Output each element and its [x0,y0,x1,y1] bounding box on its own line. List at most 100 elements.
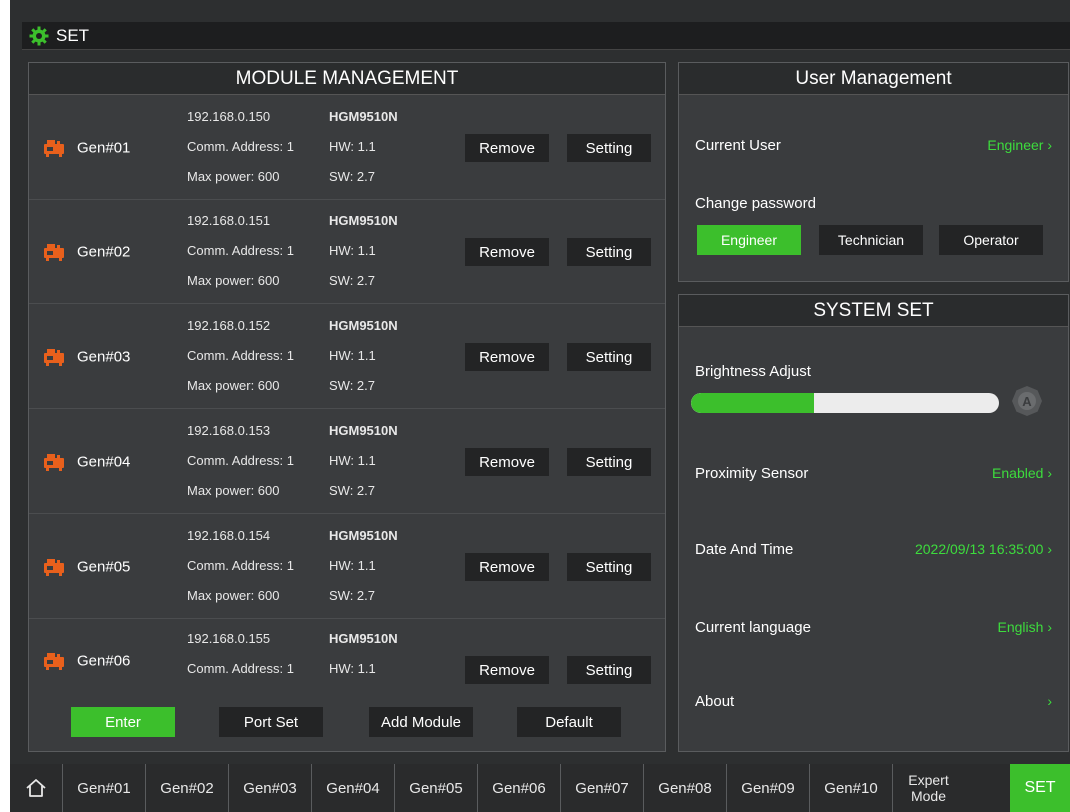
chevron-right-icon: › [1047,465,1052,481]
module-row: Gen#01 192.168.0.150 Comm. Address: 1 Max p… [29,96,665,200]
svg-text:A: A [1022,394,1032,409]
user-management-title: User Management [679,63,1068,95]
system-set-title: SYSTEM SET [679,295,1068,327]
set-screen: SET MODULE MANAGEMENT Gen#01 192.168.0.15… [10,0,1070,812]
language-row[interactable]: Current language English › [695,619,1052,639]
chevron-right-icon: › [1047,541,1052,557]
brightness-slider[interactable] [691,393,999,413]
module-model: HGM9510N [329,528,398,543]
date-time-label: Date And Time [695,541,794,558]
about-row[interactable]: About › [695,693,1052,713]
module-comm-address: Comm. Address: 1 [187,139,294,154]
remove-button[interactable]: Remove [465,553,549,581]
auto-brightness-icon[interactable]: A [1011,385,1043,417]
module-row: Gen#03 192.168.0.152 Comm. Address: 1 Max p… [29,305,665,409]
operator-password-button[interactable]: Operator [939,225,1043,255]
module-row: Gen#04 192.168.0.153 Comm. Address: 1 Max p… [29,410,665,514]
module-max-power: Max power: 600 [187,483,280,498]
user-management-panel: User Management Current User Engineer › … [678,62,1069,282]
module-max-power: Max power: 600 [187,378,280,393]
nav-tab-gen10[interactable]: Gen#10 [809,764,892,812]
module-hw-version: HW: 1.1 [329,453,376,468]
module-hw-version: HW: 1.1 [329,348,376,363]
setting-button[interactable]: Setting [567,448,651,476]
module-comm-address: Comm. Address: 1 [187,348,294,363]
module-comm-address: Comm. Address: 1 [187,661,294,676]
proximity-sensor-row[interactable]: Proximity Sensor Enabled › [695,465,1052,485]
add-module-button[interactable]: Add Module [369,707,473,737]
module-comm-address: Comm. Address: 1 [187,558,294,573]
enter-button[interactable]: Enter [71,707,175,737]
module-model: HGM9510N [329,423,398,438]
remove-button[interactable]: Remove [465,656,549,684]
setting-button[interactable]: Setting [567,238,651,266]
setting-button[interactable]: Setting [567,656,651,684]
generator-icon [43,557,65,577]
nav-tab-gen05[interactable]: Gen#05 [394,764,477,812]
module-ip: 192.168.0.153 [187,423,271,438]
set-tab[interactable]: SET [1010,764,1070,812]
home-icon[interactable] [10,764,62,812]
remove-button[interactable]: Remove [465,448,549,476]
engineer-password-button[interactable]: Engineer [697,225,801,255]
current-user-value: Engineer › [987,137,1052,153]
proximity-sensor-label: Proximity Sensor [695,465,809,482]
about-label: About [695,693,735,710]
current-user-label: Current User [695,137,781,154]
nav-tab-gen02[interactable]: Gen#02 [145,764,228,812]
nav-tab-gen04[interactable]: Gen#04 [311,764,394,812]
setting-button[interactable]: Setting [567,134,651,162]
module-row: Gen#02 192.168.0.151 Comm. Address: 1 Max p… [29,200,665,304]
generator-icon [43,138,65,158]
module-name: Gen#05 [77,558,131,575]
language-value: English › [997,619,1052,635]
module-ip: 192.168.0.152 [187,318,271,333]
current-user-row[interactable]: Current User Engineer › [695,137,1052,157]
module-name: Gen#04 [77,453,131,470]
nav-tab-gen06[interactable]: Gen#06 [477,764,560,812]
module-sw-version: SW: 2.7 [329,378,376,393]
remove-button[interactable]: Remove [465,343,549,371]
setting-button[interactable]: Setting [567,343,651,371]
module-comm-address: Comm. Address: 1 [187,453,294,468]
generator-icon [43,452,65,472]
nav-tab-gen01[interactable]: Gen#01 [62,764,145,812]
module-comm-address: Comm. Address: 1 [187,243,294,258]
gear-icon [28,25,50,47]
module-sw-version: SW: 2.7 [329,169,376,184]
nav-tabs: Gen#01 Gen#02 Gen#03 Gen#04 Gen#05 Gen#06 Gen#… [62,764,892,812]
default-button[interactable]: Default [517,707,621,737]
module-management-title: MODULE MANAGEMENT [29,63,665,95]
page-title: SET [56,25,90,45]
module-sw-version: SW: 2.7 [329,273,376,288]
nav-tab-gen03[interactable]: Gen#03 [228,764,311,812]
module-hw-version: HW: 1.1 [329,558,376,573]
generator-icon [43,242,65,262]
date-time-value: 2022/09/13 16:35:00 › [914,541,1052,557]
brightness-slider-fill [691,393,815,413]
date-time-row[interactable]: Date And Time 2022/09/13 16:35:00 › [695,541,1052,561]
bottom-navigation: Gen#01 Gen#02 Gen#03 Gen#04 Gen#05 Gen#06 Gen#… [10,764,1070,812]
module-max-power: Max power: 600 [187,169,280,184]
nav-tab-gen09[interactable]: Gen#09 [726,764,809,812]
brightness-label: Brightness Adjust [695,363,811,380]
expert-mode-button[interactable]: Expert Mode [892,764,964,812]
language-label: Current language [695,619,811,636]
module-ip: 192.168.0.150 [187,109,271,124]
technician-password-button[interactable]: Technician [819,225,923,255]
remove-button[interactable]: Remove [465,238,549,266]
chevron-right-icon: › [1047,693,1052,709]
module-row: Gen#06 192.168.0.155 Comm. Address: 1 HGM95… [29,620,665,702]
chevron-right-icon: › [1047,137,1052,153]
module-max-power: Max power: 600 [187,273,280,288]
module-hw-version: HW: 1.1 [329,661,376,676]
setting-button[interactable]: Setting [567,553,651,581]
nav-tab-gen07[interactable]: Gen#07 [560,764,643,812]
module-model: HGM9510N [329,109,398,124]
generator-icon [43,651,65,671]
remove-button[interactable]: Remove [465,134,549,162]
port-set-button[interactable]: Port Set [219,707,323,737]
nav-tab-gen08[interactable]: Gen#08 [643,764,726,812]
expert-mode-label-line1: Expert [908,772,949,788]
module-name: Gen#06 [77,652,131,670]
